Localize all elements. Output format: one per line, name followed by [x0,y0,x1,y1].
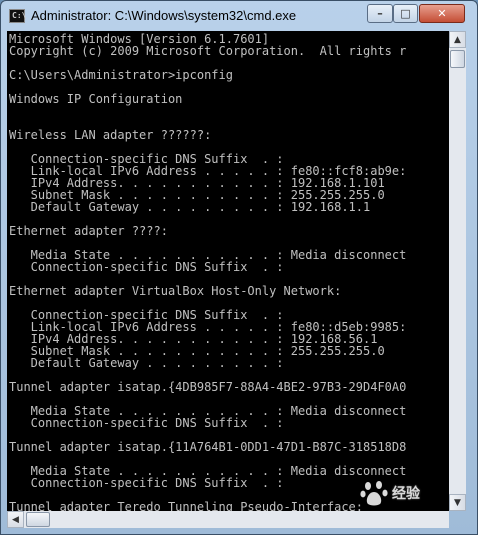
arrow-left-icon: ◀ [12,514,19,525]
arrow-up-icon: ▲ [454,34,461,45]
watermark-text: 经验 [392,486,420,502]
arrow-down-icon: ▼ [454,497,461,508]
console-line: Wireless LAN adapter ??????: [9,128,212,142]
close-button[interactable]: ✕ [419,4,465,23]
baidu-jingyan-watermark: 经验 [359,479,420,507]
title-bar[interactable]: C:\ Administrator: C:\Windows\system32\c… [1,1,477,31]
cmd-window: C:\ Administrator: C:\Windows\system32\c… [0,0,478,535]
minimize-icon: – [377,7,383,20]
console-line: Tunnel adapter isatap.{4DB985F7-88A4-4BE… [9,380,407,394]
console-line: Default Gateway . . . . . . . . . : 192.… [9,200,371,214]
console-line: Windows IP Configuration [9,92,183,106]
vertical-scroll-thumb[interactable] [450,50,465,68]
window-title: Administrator: C:\Windows\system32\cmd.e… [31,8,297,23]
console-text: Microsoft Windows [Version 6.1.7601] Copy… [7,31,449,511]
console-line: Tunnel adapter isatap.{11A764B1-0DD1-47D… [9,440,407,454]
cmd-icon-label: C:\ [12,11,27,20]
console-line: Default Gateway . . . . . . . . . : [9,356,284,370]
console-line: Connection-specific DNS Suffix . : [9,260,284,274]
console-line: Connection-specific DNS Suffix . : [9,416,284,430]
console-line: Ethernet adapter ????: [9,224,168,238]
maximize-button[interactable]: □ [393,4,418,23]
console-line: Ethernet adapter VirtualBox Host-Only Ne… [9,284,342,298]
horizontal-scrollbar[interactable]: ◀ [7,511,449,528]
console-line: Copyright (c) 2009 Microsoft Corporation… [9,44,407,58]
maximize-icon: □ [400,7,411,20]
scroll-left-button[interactable]: ◀ [7,511,24,528]
vertical-scrollbar[interactable]: ▲ ▼ [449,31,466,511]
scroll-down-button[interactable]: ▼ [449,494,466,511]
scroll-up-button[interactable]: ▲ [449,31,466,48]
horizontal-scroll-thumb[interactable] [26,512,50,527]
cmd-app-icon[interactable]: C:\ [9,9,27,23]
minimize-button[interactable]: – [367,4,393,23]
close-icon: ✕ [437,7,447,20]
console-output[interactable]: Microsoft Windows [Version 6.1.7601] Copy… [7,31,449,511]
console-line: C:\Users\Administrator>ipconfig [9,68,233,82]
paw-logo-icon [360,481,388,506]
